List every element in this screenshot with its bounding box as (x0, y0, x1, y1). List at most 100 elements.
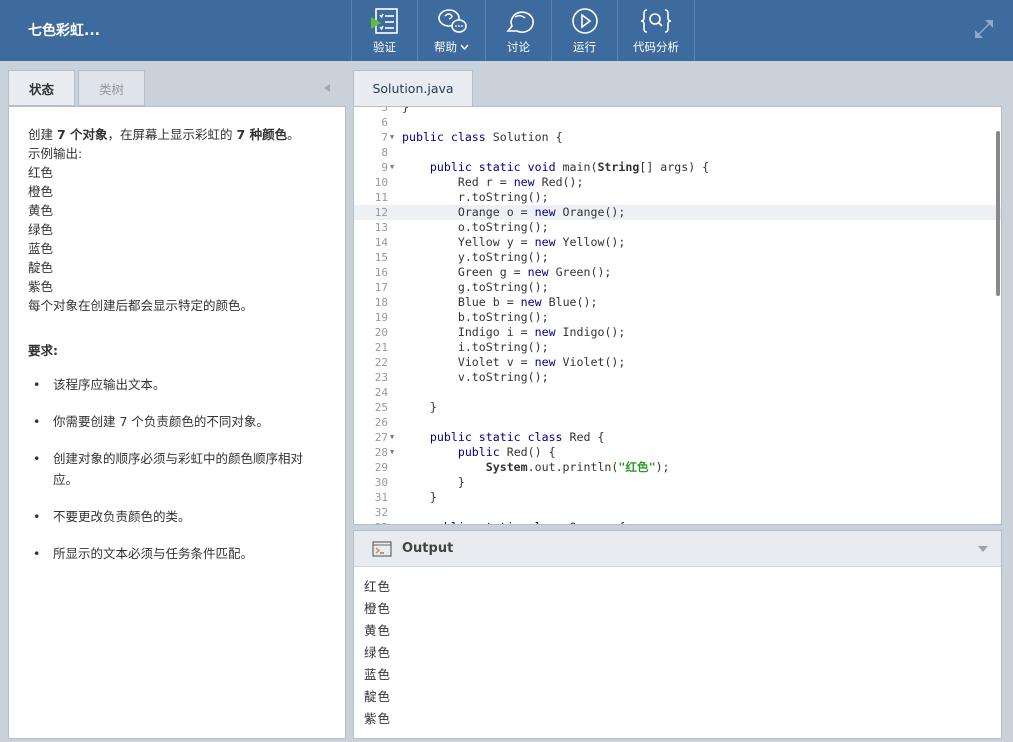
line-number: 20 (374, 326, 388, 339)
output-header[interactable]: Output (354, 531, 1001, 567)
code-text: public static class Orange { (402, 520, 625, 524)
intro-text: 创建 (28, 127, 57, 142)
tab-solution-java[interactable]: Solution.java (353, 70, 473, 106)
line-number: 17 (374, 281, 388, 294)
code-line[interactable]: 20 Indigo i = new Indigo(); (354, 325, 1001, 340)
code-text: Green g = new Green(); (402, 265, 612, 279)
code-line[interactable]: 24 (354, 385, 1001, 400)
code-line[interactable]: 9 ▼ public static void main(String[] args… (354, 160, 1001, 175)
toolbar: 验证 帮助 讨论 运行 代码分析 (351, 0, 695, 61)
fold-icon[interactable]: ▼ (388, 130, 402, 145)
code-line[interactable]: 32 (354, 505, 1001, 520)
code-line[interactable]: 26 (354, 415, 1001, 430)
line-number: 15 (374, 251, 388, 264)
code-line[interactable]: 7 ▼ public class Solution { (354, 130, 1001, 145)
code-line[interactable]: 6 (354, 115, 1001, 130)
code-text: r.toString(); (402, 190, 549, 204)
line-number: 21 (374, 341, 388, 354)
code-line[interactable]: 19 b.toString(); (354, 310, 1001, 325)
output-line: 绿色 (364, 645, 392, 660)
code-line[interactable]: 13 o.toString(); (354, 220, 1001, 235)
code-line[interactable]: 30 } (354, 475, 1001, 490)
collapse-panel-icon[interactable] (324, 84, 330, 92)
code-lines[interactable]: 5} 6 7 ▼ public class Solution {8 9 ▼ public s… (354, 106, 1001, 524)
line-number: 9 (381, 161, 388, 174)
line-number: 32 (374, 506, 388, 519)
line-number: 24 (374, 386, 388, 399)
line-number: 31 (374, 491, 388, 504)
task-intro: 创建 7 个对象，在屏幕上显示彩虹的 7 种颜色。 (28, 125, 326, 144)
code-text: Blue b = new Blue(); (402, 295, 598, 309)
help-button[interactable]: 帮助 (417, 0, 485, 61)
code-line[interactable]: 15 y.toString(); (354, 250, 1001, 265)
code-text: b.toString(); (402, 310, 549, 324)
requirement-item: 所显示的文本必须与任务条件匹配。 (28, 543, 326, 564)
task-panel: 创建 7 个对象，在屏幕上显示彩虹的 7 种颜色。 示例输出: 红色 橙色 黄色… (8, 106, 346, 739)
code-text: Violet v = new Violet(); (402, 355, 626, 369)
code-text: g.toString(); (402, 280, 549, 294)
line-number: 29 (374, 461, 388, 474)
code-line[interactable]: 25 } (354, 400, 1001, 415)
example-color: 红色 (28, 165, 54, 180)
code-line[interactable]: 17 g.toString(); (354, 280, 1001, 295)
code-line[interactable]: 27 ▼ public static class Red { (354, 430, 1001, 445)
tab-status[interactable]: 状态 (8, 70, 75, 106)
tab-class-tree[interactable]: 类树 (78, 70, 145, 106)
expand-icon[interactable] (975, 20, 993, 38)
chevron-down-icon (460, 44, 469, 50)
code-line[interactable]: 29 System.out.println("红色"); (354, 460, 1001, 475)
line-number: 5 (381, 106, 388, 114)
example-color: 紫色 (28, 279, 54, 294)
code-line[interactable]: 8 (354, 145, 1001, 160)
example-color: 蓝色 (28, 241, 54, 256)
line-number: 14 (374, 236, 388, 249)
intro-text: 。 (287, 127, 300, 142)
code-line[interactable]: 22 Violet v = new Violet(); (354, 355, 1001, 370)
code-line[interactable]: 12 Orange o = new Orange(); (354, 205, 1001, 220)
code-text: Red r = new Red(); (402, 175, 584, 189)
code-line[interactable]: 11 r.toString(); (354, 190, 1001, 205)
line-number: 12 (374, 206, 388, 219)
code-line[interactable]: 31 } (354, 490, 1001, 505)
code-text: } (402, 106, 409, 114)
code-line[interactable]: 18 Blue b = new Blue(); (354, 295, 1001, 310)
run-button[interactable]: 运行 (551, 0, 617, 61)
verify-label: 验证 (373, 40, 396, 54)
code-text: public class Solution { (402, 130, 563, 144)
code-line[interactable]: 28 ▼ public Red() { (354, 445, 1001, 460)
code-text: i.toString(); (402, 340, 549, 354)
code-line[interactable]: 5} (354, 106, 1001, 115)
code-editor[interactable]: 5} 6 7 ▼ public class Solution {8 9 ▼ public s… (353, 106, 1002, 525)
verify-icon (370, 8, 398, 34)
code-line[interactable]: 21 i.toString(); (354, 340, 1001, 355)
fold-icon[interactable]: ▼ (388, 520, 402, 524)
discuss-button[interactable]: 讨论 (485, 0, 551, 61)
output-line: 红色 (364, 579, 392, 594)
code-line[interactable]: 23 v.toString(); (354, 370, 1001, 385)
code-analysis-button[interactable]: 代码分析 (617, 0, 695, 61)
code-line[interactable]: 14 Yellow y = new Yellow(); (354, 235, 1001, 250)
line-number: 6 (381, 116, 388, 129)
line-number: 28 (374, 446, 388, 459)
code-text: } (402, 490, 437, 504)
output-line: 橙色 (364, 601, 392, 616)
fold-icon[interactable]: ▼ (388, 445, 402, 460)
line-number: 10 (374, 176, 388, 189)
requirements-list: 该程序应输出文本。 你需要创建 7 个负责颜色的不同对象。 创建对象的顺序必须与… (28, 374, 326, 564)
code-text: } (402, 475, 465, 489)
code-line[interactable]: 33▼ public static class Orange { (354, 520, 1001, 524)
code-text: Indigo i = new Indigo(); (402, 325, 626, 339)
requirement-item: 该程序应输出文本。 (28, 374, 326, 395)
verify-button[interactable]: 验证 (351, 0, 417, 61)
discuss-label: 讨论 (507, 40, 530, 54)
fold-icon[interactable]: ▼ (388, 160, 402, 175)
editor-scrollbar[interactable] (996, 131, 1000, 296)
line-number: 13 (374, 221, 388, 234)
code-line[interactable]: 10 Red r = new Red(); (354, 175, 1001, 190)
help-icon (437, 9, 467, 33)
code-line[interactable]: 16 Green g = new Green(); (354, 265, 1001, 280)
fold-icon[interactable]: ▼ (388, 430, 402, 445)
output-body: 红色 橙色 黄色 绿色 蓝色 靛色 紫色 (354, 567, 1001, 730)
output-collapse-icon[interactable] (978, 546, 988, 552)
run-icon (571, 8, 598, 34)
